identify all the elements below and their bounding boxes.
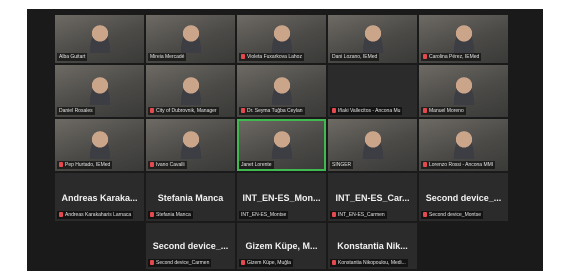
participant-tile[interactable]: Ivano Cavalli (146, 119, 235, 171)
participant-display-name: INT_EN-ES_Mon... (242, 193, 321, 203)
participant-video (87, 131, 112, 160)
participant-name-tile[interactable]: Andreas Karaka... Andreas Karakaharis La… (55, 173, 144, 221)
participant-tile[interactable]: Pep Hurtado, IEMed (55, 119, 144, 171)
active-speaker-tile[interactable]: Janet Lorente (237, 119, 326, 171)
mic-muted-icon (332, 212, 336, 217)
participant-video (269, 77, 294, 106)
participant-display-name: Stefania Manca (157, 193, 224, 203)
participant-tile[interactable]: Violeta Fuxarkova Lahoz (237, 15, 326, 63)
participant-name-tag: Alba Guitart (57, 53, 88, 61)
participant-name-tag: SINGER (330, 161, 354, 169)
mic-muted-icon (423, 108, 427, 113)
participant-name-tile[interactable]: Stefania Manca Stefania Manca (146, 173, 235, 221)
participant-tile[interactable]: Carolina Pérez, IEMed (419, 15, 508, 63)
participant-name-tag: Mireia Mercadé (148, 53, 187, 61)
mic-muted-icon (241, 108, 245, 113)
mic-muted-icon (423, 162, 427, 167)
participant-name-tag: INT_EN-ES_Montse (239, 211, 289, 219)
participant-name-tile[interactable]: Gizem Küpe, M... Gizem Küpe, Muğla (237, 223, 326, 269)
mic-muted-icon (59, 162, 63, 167)
participant-tile[interactable]: Manuel Moreno (419, 65, 508, 117)
participant-name-tag: Pep Hurtado, IEMed (57, 161, 113, 169)
mic-muted-icon (241, 54, 245, 59)
participant-name-tag: Manuel Moreno (421, 107, 466, 115)
video-gallery: Alba Guitart Mireia Mercadé Violeta Fuxa… (27, 9, 543, 271)
participant-name-tag: Lorenzo Rossi - Ancona MMI (421, 161, 496, 169)
participant-name-tile[interactable]: Konstantia Nik... Konstantia Nikopoulou,… (328, 223, 417, 269)
participant-video (178, 24, 203, 53)
participant-tile[interactable]: Iñaki Vallecitos - Ancona Mu (328, 65, 417, 117)
participant-name-tag: Carolina Pérez, IEMed (421, 53, 482, 61)
participant-video (360, 24, 385, 53)
participant-name-tag: Iñaki Vallecitos - Ancona Mu (330, 107, 403, 115)
participant-name-tag: Janet Lorente (239, 161, 274, 169)
mic-muted-icon (241, 260, 245, 265)
participant-display-name: Andreas Karaka... (61, 193, 138, 203)
mic-muted-icon (423, 54, 427, 59)
participant-name-tag: Violeta Fuxarkova Lahoz (239, 53, 304, 61)
participant-display-name: Second device_... (425, 193, 502, 203)
participant-name-tag: Dr. Seyma Tuğba Ceylan (239, 107, 305, 115)
participant-name-tag: Ivano Cavalli (148, 161, 187, 169)
participant-video (451, 24, 476, 53)
participant-name-tile[interactable]: Second device_... Second device_Carmen (146, 223, 235, 269)
participant-name-tag: Daniel Rosales (57, 107, 95, 115)
participant-tile[interactable]: City of Dubrovnik, Manager (146, 65, 235, 117)
mic-muted-icon (332, 260, 336, 265)
participant-name-tag: INT_EN-ES_Carmen (330, 211, 387, 219)
participant-display-name: Second device_... (152, 241, 229, 251)
participant-name-tag: Second device_Carmen (148, 259, 212, 267)
participant-video (451, 131, 476, 160)
participant-tile[interactable]: Dr. Seyma Tuğba Ceylan (237, 65, 326, 117)
participant-name-tile[interactable]: Second device_... Second device_Montse (419, 173, 508, 221)
participant-name-tag: Gizem Küpe, Muğla (239, 259, 293, 267)
participant-name-tag: Andreas Karakaharis Larnaca (57, 211, 134, 219)
participant-tile[interactable]: Alba Guitart (55, 15, 144, 63)
mic-muted-icon (332, 108, 336, 113)
participant-video (360, 131, 385, 160)
mic-muted-icon (423, 212, 427, 217)
participant-display-name: Konstantia Nik... (337, 241, 408, 251)
participant-video (87, 24, 112, 53)
participant-video (269, 24, 294, 53)
participant-tile[interactable]: Mireia Mercadé (146, 15, 235, 63)
participant-video (451, 77, 476, 106)
participant-name-tag: Second device_Montse (421, 211, 483, 219)
participant-video (87, 77, 112, 106)
participant-video (178, 77, 203, 106)
mic-muted-icon (150, 162, 154, 167)
participant-tile[interactable]: Lorenzo Rossi - Ancona MMI (419, 119, 508, 171)
mic-muted-icon (150, 212, 154, 217)
participant-video (269, 131, 294, 160)
participant-tile[interactable]: SINGER (328, 119, 417, 171)
mic-muted-icon (150, 260, 154, 265)
participant-tile[interactable]: Dani Lozano, IEMed (328, 15, 417, 63)
participant-name-tile[interactable]: INT_EN-ES_Mon... INT_EN-ES_Montse (237, 173, 326, 221)
participant-display-name: INT_EN-ES_Car... (335, 193, 410, 203)
mic-muted-icon (150, 108, 154, 113)
participant-name-tag: City of Dubrovnik, Manager (148, 107, 219, 115)
participant-display-name: Gizem Küpe, M... (245, 241, 318, 251)
participant-name-tile[interactable]: INT_EN-ES_Car... INT_EN-ES_Carmen (328, 173, 417, 221)
participant-name-tag: Konstantia Nikopoulou, Medi... (330, 259, 408, 267)
participant-video (178, 131, 203, 160)
participant-tile[interactable]: Daniel Rosales (55, 65, 144, 117)
participant-name-tag: Dani Lozano, IEMed (330, 53, 380, 61)
participant-name-tag: Stefania Manca (148, 211, 193, 219)
mic-muted-icon (59, 212, 63, 217)
